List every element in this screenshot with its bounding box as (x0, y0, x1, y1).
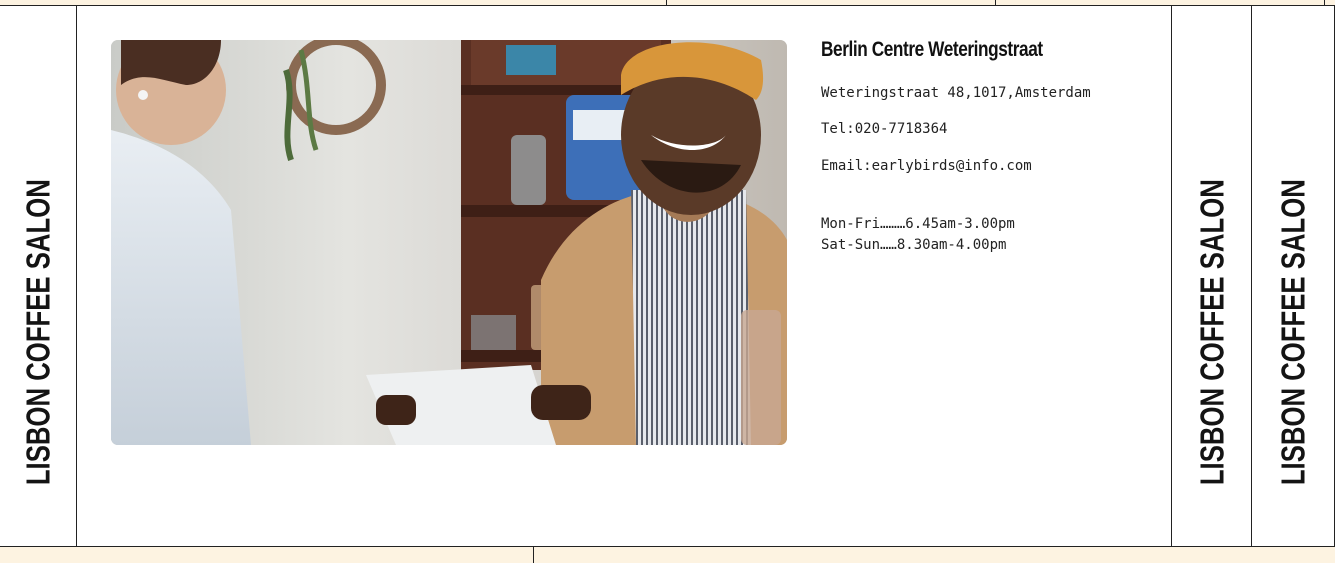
strip-divider (995, 0, 996, 6)
top-strip (0, 0, 1335, 6)
brand-column-left: LISBON COFFEE SALON (0, 6, 77, 546)
brand-column-right-2: LISBON COFFEE SALON (1252, 6, 1335, 546)
opening-hours-weekend: Sat-Sun……8.30am-4.00pm (821, 237, 1007, 253)
brand-vertical-label: LISBON COFFEE SALON (19, 178, 57, 485)
brand-column-right-1: LISBON COFFEE SALON (1171, 6, 1252, 546)
brand-vertical-label: LISBON COFFEE SALON (1274, 178, 1312, 485)
bottom-strip (0, 546, 1335, 563)
strip-divider (666, 0, 667, 6)
location-info: Berlin Centre Weteringstraat Weteringstr… (821, 38, 1161, 253)
location-address: Weteringstraat 48,1017,Amsterdam (821, 85, 1091, 101)
location-title: Berlin Centre Weteringstraat (821, 38, 1043, 61)
location-phone[interactable]: Tel:020-7718364 (821, 121, 947, 137)
location-photo (111, 40, 787, 445)
brand-vertical-label: LISBON COFFEE SALON (1193, 178, 1230, 485)
location-email[interactable]: Email:earlybirds@info.com (821, 158, 1032, 174)
opening-hours-weekdays: Mon-Fri………6.45am-3.00pm (821, 216, 1015, 232)
strip-divider (533, 547, 534, 563)
